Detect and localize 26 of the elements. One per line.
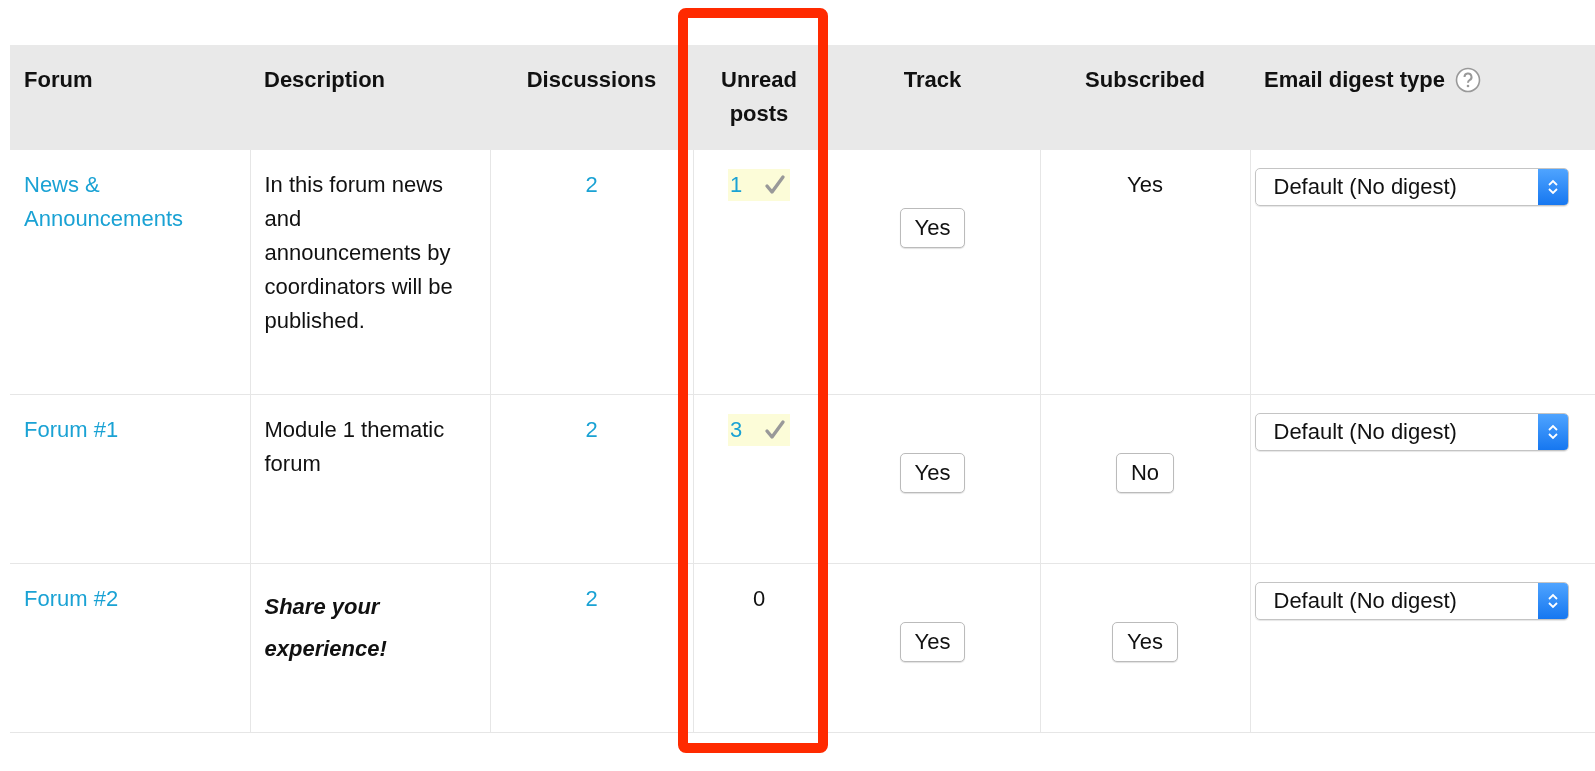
forum-description: Module 1 thematic forum bbox=[264, 417, 445, 476]
column-header: Track bbox=[903, 67, 962, 92]
column-header: Discussions bbox=[526, 67, 657, 92]
forum-description: In this forum news and announcements by coordinators will be published. bbox=[264, 172, 453, 333]
track-button[interactable]: Yes bbox=[899, 622, 966, 662]
forum-description: Share your experience! bbox=[264, 593, 388, 663]
stepper-icon bbox=[1537, 414, 1568, 450]
checkmark-icon[interactable] bbox=[764, 174, 787, 196]
track-button[interactable]: Yes bbox=[899, 208, 966, 248]
unread-count: 0 bbox=[752, 586, 766, 611]
digest-select[interactable]: Default (No digest) bbox=[1254, 168, 1569, 206]
column-header: Subscribed bbox=[1085, 67, 1205, 92]
column-header: Forum bbox=[24, 67, 93, 92]
column-header: Description bbox=[264, 67, 386, 92]
subscribe-button[interactable]: No bbox=[1115, 453, 1175, 493]
subscribed-status: Yes bbox=[1127, 172, 1163, 197]
column-header: Unread posts bbox=[721, 67, 797, 126]
column-header: Email digest type bbox=[1264, 66, 1445, 94]
track-button[interactable]: Yes bbox=[899, 453, 966, 493]
checkmark-icon[interactable] bbox=[764, 419, 787, 441]
stepper-icon bbox=[1537, 169, 1568, 205]
stepper-icon bbox=[1537, 583, 1568, 619]
digest-select[interactable]: Default (No digest) bbox=[1254, 413, 1569, 451]
subscribe-button[interactable]: Yes bbox=[1112, 622, 1178, 662]
help-icon[interactable] bbox=[1454, 67, 1481, 93]
digest-select[interactable]: Default (No digest) bbox=[1254, 582, 1569, 620]
